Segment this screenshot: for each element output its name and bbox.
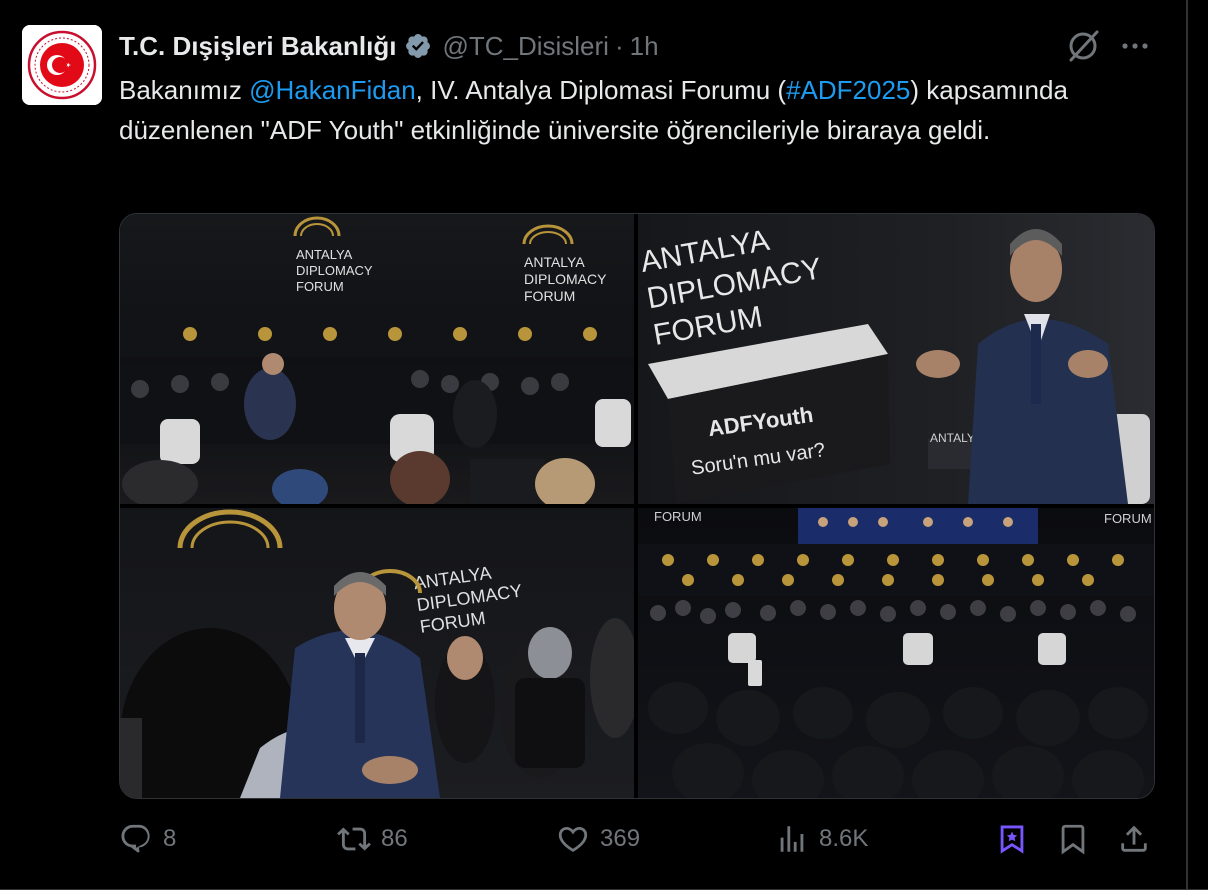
heart-icon [558, 826, 588, 852]
photo-1[interactable]: ANTALYA DIPLOMACY FORUM ANTALYA DIPLOMAC… [120, 214, 634, 504]
photo-3[interactable]: ANTALYA DIPLOMACY FORUM [120, 508, 634, 798]
bookmark-star-icon [1000, 825, 1024, 854]
views-button[interactable]: 8.6K [775, 822, 868, 856]
mention-link[interactable]: @HakanFidan [249, 75, 416, 105]
mfa-emblem-icon [22, 25, 102, 105]
bookmark-button[interactable] [1056, 822, 1090, 856]
label-left: FORUM [654, 509, 702, 524]
more-options-icon[interactable] [1117, 27, 1153, 65]
account-handle[interactable]: @TC_Disisleri [442, 31, 609, 62]
separator-dot: · [614, 30, 624, 61]
reply-icon [121, 824, 150, 853]
logo-line: DIPLOMACY [524, 271, 607, 287]
account-name[interactable]: T.C. Dışişleri Bakanlığı [119, 31, 396, 62]
grok-icon[interactable] [1064, 27, 1102, 65]
repost-button[interactable]: 86 [337, 822, 408, 856]
share-icon [1121, 825, 1147, 852]
post-text: Bakanımız @HakanFidan, IV. Antalya Diplo… [119, 70, 1159, 150]
post-timestamp[interactable]: 1h [630, 31, 659, 62]
photo-2[interactable]: ANTALYA DIPLOMACY FORUM ADFYouth Soru'n … [638, 214, 1154, 504]
reply-button[interactable]: 8 [119, 822, 176, 856]
text-segment: , IV. Antalya Diplomasi Forumu ( [415, 75, 787, 105]
views-icon [780, 826, 804, 852]
text-segment: Bakanımız [119, 75, 250, 105]
media-grid: ANTALYA DIPLOMACY FORUM ANTALYA DIPLOMAC… [119, 213, 1155, 799]
logo-line: DIPLOMACY [296, 263, 373, 278]
share-button[interactable] [1117, 822, 1151, 856]
post-header: T.C. Dışişleri Bakanlığı @TC_Disisleri ·… [119, 28, 659, 64]
action-bar: 8 86 369 8.6K [0, 822, 1208, 866]
repost-icon [337, 827, 371, 851]
hashtag-link[interactable]: #ADF2025 [786, 75, 910, 105]
photo-4[interactable]: FORUM FORUM [638, 508, 1154, 798]
reply-count: 8 [163, 825, 177, 852]
logo-line: ANTALYA [296, 247, 353, 262]
bookmark-icon [1061, 824, 1085, 855]
label-right: FORUM [1104, 511, 1152, 526]
repost-count: 86 [381, 825, 408, 852]
verified-badge-icon[interactable] [404, 32, 432, 60]
logo-line: ANTALYA [524, 254, 585, 270]
view-count: 8.6K [819, 825, 869, 852]
like-button[interactable]: 369 [556, 822, 640, 856]
like-count: 369 [600, 825, 641, 852]
logo-line: FORUM [296, 279, 344, 294]
account-avatar[interactable] [22, 25, 102, 105]
grok-bookmark-button[interactable] [995, 822, 1029, 856]
logo-line: FORUM [524, 288, 575, 304]
timeline-divider [1186, 0, 1188, 890]
